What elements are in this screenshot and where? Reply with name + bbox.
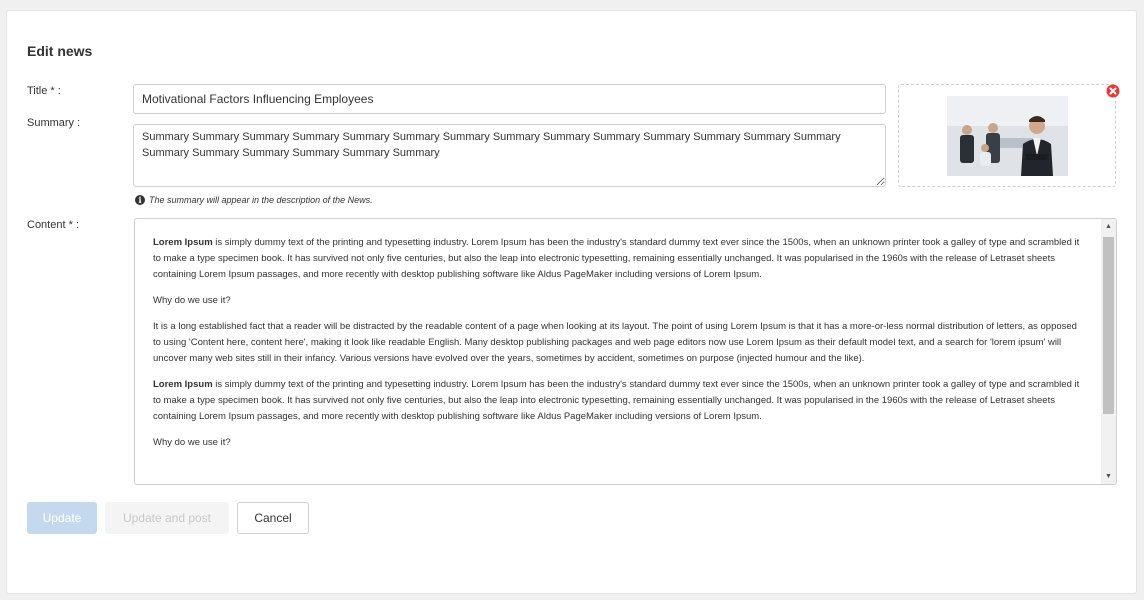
content-editor[interactable]: Lorem Ipsum is simply dummy text of the … (134, 218, 1117, 485)
remove-image-icon[interactable] (1106, 84, 1120, 98)
title-label: Title * : (27, 85, 61, 97)
scroll-up-arrow-icon[interactable]: ▲ (1101, 219, 1116, 234)
title-input[interactable] (133, 84, 886, 114)
update-and-post-button[interactable]: Update and post (105, 502, 229, 534)
scroll-down-arrow-icon[interactable]: ▼ (1101, 469, 1116, 484)
edit-news-panel: Edit news Title * : Summary : Summary Su… (6, 10, 1137, 594)
scroll-thumb[interactable] (1103, 237, 1114, 414)
content-label: Content * : (27, 219, 79, 231)
summary-hint: i The summary will appear in the descrip… (135, 195, 373, 205)
content-paragraph: Why do we use it? (153, 437, 231, 448)
content-editor-body[interactable]: Lorem Ipsum is simply dummy text of the … (135, 219, 1101, 484)
editor-scrollbar[interactable]: ▲ ▼ (1101, 219, 1116, 484)
content-text: is simply dummy text of the printing and… (153, 237, 1080, 280)
content-paragraph: It is a long established fact that a rea… (153, 321, 1077, 364)
image-upload-box[interactable] (898, 84, 1116, 187)
content-bold-text: Lorem Ipsum (153, 237, 213, 248)
content-paragraph: Lorem Ipsum is simply dummy text of the … (153, 235, 1083, 283)
summary-hint-text: The summary will appear in the descripti… (149, 195, 373, 205)
update-button[interactable]: Update (27, 502, 97, 534)
content-paragraph: Why do we use it? (153, 295, 231, 306)
cancel-button[interactable]: Cancel (237, 502, 309, 534)
info-icon: i (135, 195, 145, 205)
page-title: Edit news (27, 43, 93, 59)
content-text: is simply dummy text of the printing and… (153, 379, 1080, 422)
summary-input[interactable]: Summary Summary Summary Summary Summary … (133, 124, 886, 187)
content-bold-text: Lorem Ipsum (153, 379, 213, 390)
news-image-thumbnail (947, 96, 1068, 176)
content-paragraph: Lorem Ipsum is simply dummy text of the … (153, 377, 1083, 425)
summary-label: Summary : (27, 117, 81, 129)
